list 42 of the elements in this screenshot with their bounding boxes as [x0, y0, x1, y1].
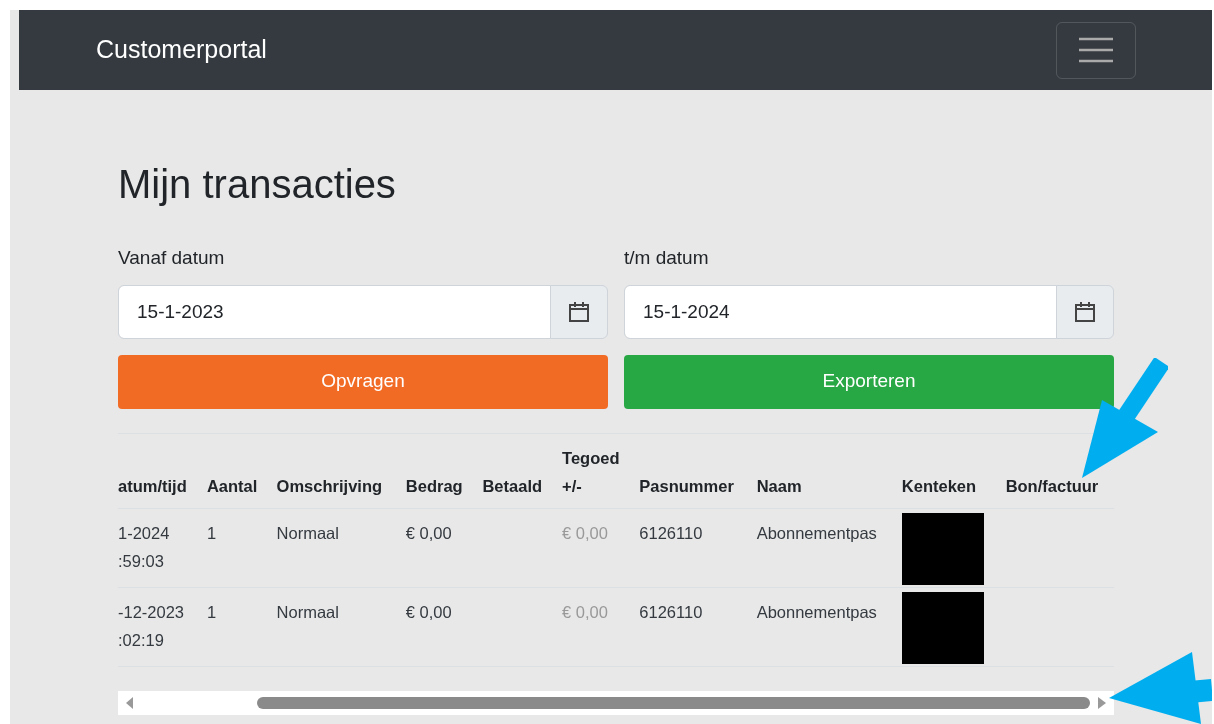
date-field[interactable]: 15-1-2023 [118, 284, 551, 339]
calendar-icon [568, 300, 590, 323]
scroll-right-icon[interactable] [1098, 696, 1106, 709]
field-label: t/m datum [624, 246, 710, 270]
table-cell: Abonnementpas [756, 602, 877, 621]
horizontal-scrollbar[interactable] [118, 690, 1114, 715]
menu-icon [1078, 37, 1114, 63]
calendar-icon [1074, 300, 1096, 323]
table-cell-text: :59:03 [118, 550, 165, 572]
table-cell-text: 1-2024 [118, 522, 171, 544]
table-cell: € 0,00 [562, 523, 608, 542]
table-cell: Normaal [276, 602, 339, 621]
column-header: Naam [756, 476, 802, 495]
column-header: Tegoed +/- [562, 447, 620, 497]
column-header: Kenteken [901, 476, 977, 495]
table-cell: 6126110 [639, 602, 703, 621]
table-cell: € 0,00 [562, 602, 608, 621]
page-title: Mijn transacties [118, 161, 397, 208]
field-label: Vanaf datum [118, 246, 226, 270]
table-cell: Abonnementpas [756, 523, 877, 542]
table-cell: Normaal [276, 523, 339, 542]
scroll-left-icon[interactable] [126, 696, 134, 709]
column-header: Pasnummer [639, 476, 734, 495]
brand-link[interactable]: Customerportal [96, 31, 267, 69]
column-header: atum/tijd [118, 476, 187, 495]
calendar-button[interactable] [550, 284, 608, 339]
calendar-button[interactable] [1056, 284, 1114, 339]
column-header: Bedrag [405, 476, 463, 495]
column-header: Aantal [206, 476, 258, 495]
table-cell: € 0,00 [405, 523, 452, 542]
column-header: Omschrijving [276, 476, 383, 495]
table-cell: 1 [206, 602, 217, 621]
scrollbar-thumb[interactable] [257, 696, 1090, 709]
table-cell-text: -12-2023 [118, 601, 186, 623]
table-cell: 6126110 [639, 523, 703, 542]
table-cell-text: :02:19 [118, 629, 165, 651]
column-header: Betaald [482, 476, 543, 495]
date-field[interactable]: 15-1-2024 [624, 284, 1057, 339]
table-cell: 1 [206, 523, 217, 542]
menu-toggle-button[interactable] [1056, 21, 1136, 79]
table-cell: € 0,00 [405, 602, 452, 621]
column-header: Bon/factuur [1005, 476, 1099, 495]
